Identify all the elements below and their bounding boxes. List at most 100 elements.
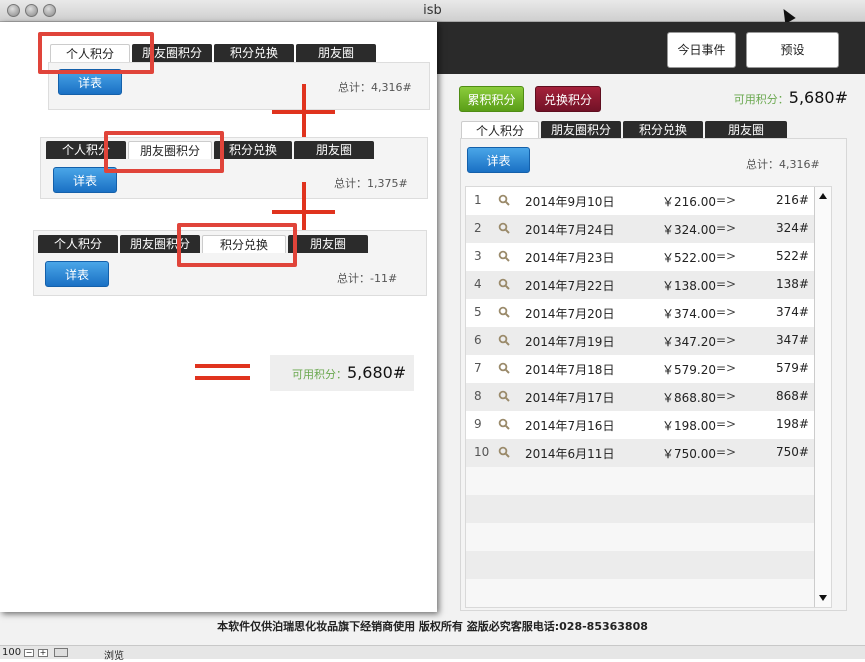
row-points: 138# bbox=[776, 277, 809, 291]
row-points: 216# bbox=[776, 193, 809, 207]
available-points: 可用积分：5,680# bbox=[708, 88, 848, 107]
preset-button[interactable]: 预设 bbox=[746, 32, 839, 68]
total-points: 总计：4,316# bbox=[746, 158, 820, 171]
plus-sign-icon bbox=[302, 84, 306, 138]
scroll-down-arrow-icon[interactable] bbox=[819, 595, 827, 601]
scroll-up-arrow-icon[interactable] bbox=[819, 193, 827, 199]
zoom-out-icon[interactable]: − bbox=[24, 649, 34, 657]
tab-points-exchange[interactable]: 积分兑换 bbox=[214, 44, 294, 62]
row-amount: ￥324.00 bbox=[662, 223, 716, 237]
tab-friends-circle-points[interactable]: 朋友圈积分 bbox=[541, 121, 621, 139]
row-arrow: => bbox=[716, 417, 737, 431]
magnifier-icon[interactable] bbox=[498, 362, 510, 374]
row-points: 522# bbox=[776, 249, 809, 263]
app-window: isb 今日事件 预设 累积积分 兑换积分 可用积分：5,680# 个人积分 朋… bbox=[0, 0, 865, 662]
table-row[interactable]: 4 2014年7月22日 ￥138.00 => 138# bbox=[466, 271, 815, 299]
row-amount: ￥374.00 bbox=[662, 307, 716, 321]
tab-friends-circle[interactable]: 朋友圈 bbox=[296, 44, 376, 62]
magnifier-icon[interactable] bbox=[498, 194, 510, 206]
equals-sign-icon bbox=[195, 364, 250, 368]
table-row[interactable]: 1 2014年9月10日 ￥216.00 => 216# bbox=[466, 187, 815, 215]
magnifier-icon[interactable] bbox=[498, 446, 510, 458]
available-points-summary: 可用积分：5,680# bbox=[270, 355, 414, 391]
tab-points-exchange[interactable]: 积分兑换 bbox=[214, 141, 292, 159]
table-row[interactable]: 7 2014年7月18日 ￥579.20 => 579# bbox=[466, 355, 815, 383]
row-index: 7 bbox=[474, 361, 482, 375]
tab-friends-circle[interactable]: 朋友圈 bbox=[288, 235, 368, 253]
row-arrow: => bbox=[716, 221, 737, 235]
points-history-list: 1 2014年9月10日 ￥216.00 => 216# 2 2014年7月24日 ￥324.… bbox=[465, 186, 832, 608]
row-index: 2 bbox=[474, 221, 482, 235]
zoom-level: 100 bbox=[2, 647, 22, 658]
row-index: 4 bbox=[474, 277, 482, 291]
tab-friends-circle[interactable]: 朋友圈 bbox=[294, 141, 374, 159]
row-index: 10 bbox=[474, 445, 490, 459]
row-amount: ￥347.20 bbox=[662, 335, 716, 349]
row-arrow: => bbox=[716, 361, 737, 375]
table-row[interactable]: 8 2014年7月17日 ￥868.80 => 868# bbox=[466, 383, 815, 411]
table-row[interactable]: 2 2014年7月24日 ￥324.00 => 324# bbox=[466, 215, 815, 243]
title-bar: isb bbox=[0, 0, 865, 22]
total-points: 总计：4,316# bbox=[338, 81, 412, 94]
table-row[interactable]: 10 2014年6月11日 ￥750.00 => 750# bbox=[466, 439, 815, 467]
list-scrollbar[interactable] bbox=[814, 187, 831, 607]
equals-sign-icon bbox=[195, 376, 250, 380]
table-row[interactable]: 3 2014年7月23日 ￥522.00 => 522# bbox=[466, 243, 815, 271]
row-date: 2014年6月11日 bbox=[525, 447, 615, 461]
row-arrow: => bbox=[716, 445, 737, 459]
empty-row bbox=[466, 467, 815, 495]
magnifier-icon[interactable] bbox=[498, 250, 510, 262]
row-points: 750# bbox=[776, 445, 809, 459]
total-points: 总计：1,375# bbox=[334, 177, 408, 190]
magnifier-icon[interactable] bbox=[498, 306, 510, 318]
row-arrow: => bbox=[716, 249, 737, 263]
available-points-label: 可用积分： bbox=[733, 93, 789, 106]
row-points: 347# bbox=[776, 333, 809, 347]
today-events-button[interactable]: 今日事件 bbox=[667, 32, 736, 68]
row-arrow: => bbox=[716, 305, 737, 319]
row-date: 2014年7月24日 bbox=[525, 223, 615, 237]
tab-points-exchange[interactable]: 积分兑换 bbox=[623, 121, 703, 139]
magnifier-icon[interactable] bbox=[498, 334, 510, 346]
row-points: 374# bbox=[776, 305, 809, 319]
row-index: 1 bbox=[474, 193, 482, 207]
total-points: 总计：-11# bbox=[337, 272, 398, 285]
available-points-value: 5,680# bbox=[788, 88, 848, 107]
empty-row bbox=[466, 523, 815, 551]
table-row[interactable]: 9 2014年7月16日 ￥198.00 => 198# bbox=[466, 411, 815, 439]
magnifier-icon[interactable] bbox=[498, 278, 510, 290]
row-amount: ￥868.80 bbox=[662, 391, 716, 405]
row-date: 2014年7月16日 bbox=[525, 419, 615, 433]
zoom-in-icon[interactable]: + bbox=[38, 649, 48, 657]
available-points-label: 可用积分： bbox=[292, 368, 347, 381]
row-date: 2014年7月20日 bbox=[525, 307, 615, 321]
row-date: 2014年7月23日 bbox=[525, 251, 615, 265]
tab-friends-circle[interactable]: 朋友圈 bbox=[705, 121, 787, 139]
table-row[interactable]: 6 2014年7月19日 ￥347.20 => 347# bbox=[466, 327, 815, 355]
table-row[interactable]: 5 2014年7月20日 ￥374.00 => 374# bbox=[466, 299, 815, 327]
tab-personal-points[interactable]: 个人积分 bbox=[461, 121, 539, 139]
detail-table-button[interactable]: 详表 bbox=[45, 261, 109, 287]
layout-toggle-icon[interactable] bbox=[54, 648, 68, 657]
magnifier-icon[interactable] bbox=[498, 418, 510, 430]
empty-row bbox=[466, 579, 815, 607]
row-date: 2014年7月18日 bbox=[525, 363, 615, 377]
magnifier-icon[interactable] bbox=[498, 222, 510, 234]
row-amount: ￥579.20 bbox=[662, 363, 716, 377]
row-arrow: => bbox=[716, 389, 737, 403]
row-index: 6 bbox=[474, 333, 482, 347]
empty-row bbox=[466, 495, 815, 523]
row-amount: ￥138.00 bbox=[662, 279, 716, 293]
highlight-box bbox=[104, 131, 224, 173]
detail-table-button[interactable]: 详表 bbox=[467, 147, 530, 173]
row-index: 8 bbox=[474, 389, 482, 403]
row-amount: ￥216.00 bbox=[662, 195, 716, 209]
row-date: 2014年7月17日 bbox=[525, 391, 615, 405]
exchange-points-button[interactable]: 兑换积分 bbox=[535, 86, 601, 112]
accumulated-points-button[interactable]: 累积积分 bbox=[459, 86, 524, 112]
tab-personal-points[interactable]: 个人积分 bbox=[38, 235, 118, 253]
row-arrow: => bbox=[716, 277, 737, 291]
browse-mode-label: 浏览 bbox=[104, 651, 124, 662]
row-date: 2014年7月22日 bbox=[525, 279, 615, 293]
magnifier-icon[interactable] bbox=[498, 390, 510, 402]
